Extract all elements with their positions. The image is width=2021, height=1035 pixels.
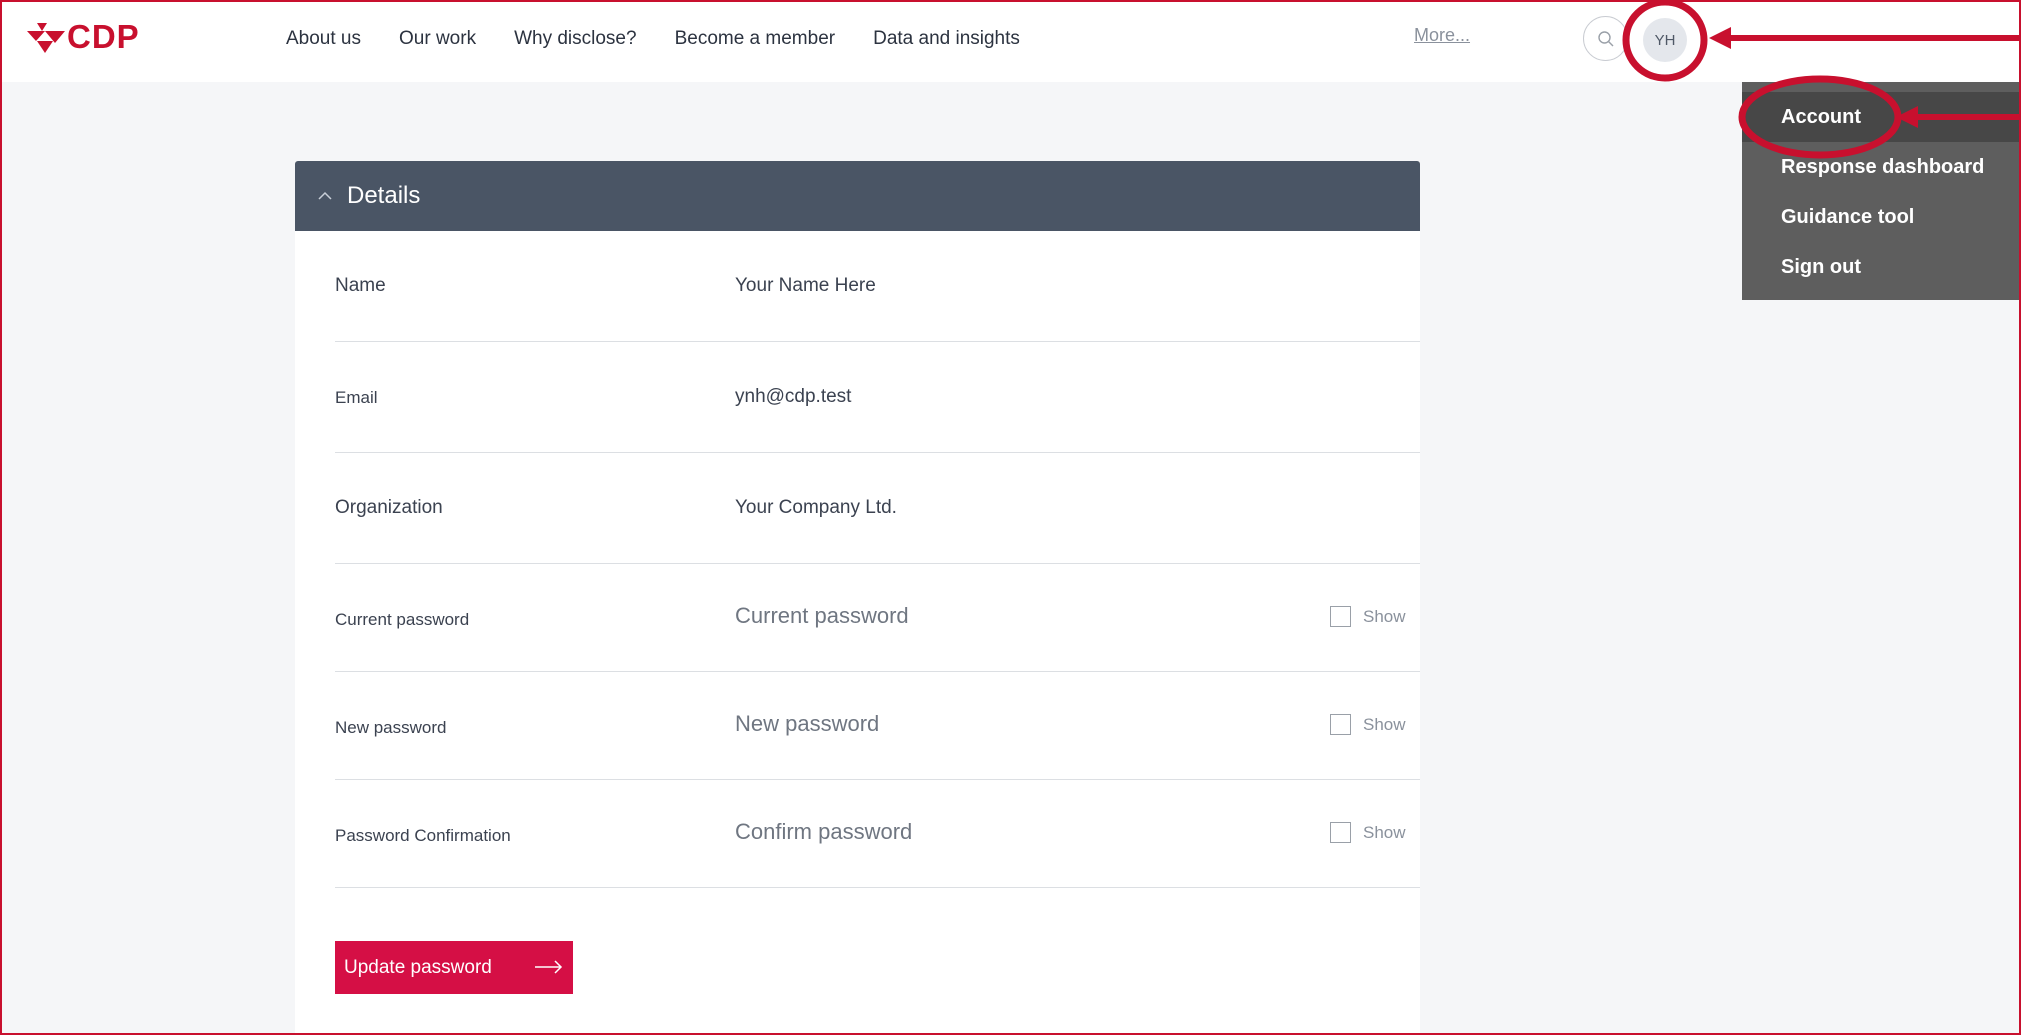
details-title: Details [347,182,421,209]
new-password-show-toggle[interactable]: Show [1330,714,1406,735]
new-password-input[interactable] [735,702,1255,746]
update-password-label: Update password [344,956,492,978]
current-password-label: Current password [335,610,470,629]
confirm-password-input[interactable] [735,810,1255,854]
menu-item-sign-out[interactable]: Sign out [1742,242,2021,292]
main-nav: About us Our work Why disclose? Become a… [286,28,1058,50]
email-label: Email [335,388,378,407]
arrow-right-icon [535,960,563,974]
new-password-label: New password [335,718,447,737]
menu-item-response-dashboard[interactable]: Response dashboard [1742,142,2021,192]
organization-row: Organization Your Company Ltd. [335,453,1420,564]
nav-about-us[interactable]: About us [286,28,361,50]
current-password-input[interactable] [735,594,1255,638]
nav-why-disclose[interactable]: Why disclose? [514,28,637,50]
menu-item-account[interactable]: Account [1742,92,2021,142]
confirm-password-row: Password Confirmation Show [335,780,1420,888]
organization-value: Your Company Ltd. [735,497,897,518]
user-avatar[interactable]: YH [1643,18,1687,62]
name-label: Name [335,275,386,296]
top-nav-bar: CDP About us Our work Why disclose? Beco… [0,0,2021,82]
name-row: Name Your Name Here [335,231,1420,342]
search-button[interactable] [1583,16,1628,61]
new-password-show-label: Show [1363,714,1406,734]
confirm-password-show-checkbox[interactable] [1330,822,1351,843]
confirm-password-show-label: Show [1363,822,1406,842]
details-panel-body: Name Your Name Here Email ynh@cdp.test O… [295,231,1420,1035]
cdp-logo[interactable]: CDP [27,16,140,58]
nav-our-work[interactable]: Our work [399,28,476,50]
account-menu: Account Response dashboard Guidance tool… [1742,82,2021,300]
current-password-show-checkbox[interactable] [1330,606,1351,627]
more-link[interactable]: More... [1414,25,1470,46]
nav-data-and-insights[interactable]: Data and insights [873,28,1020,50]
confirm-password-show-toggle[interactable]: Show [1330,822,1406,843]
email-value: ynh@cdp.test [735,386,852,407]
current-password-show-toggle[interactable]: Show [1330,606,1406,627]
email-row: Email ynh@cdp.test [335,342,1420,453]
logo-text: CDP [67,18,140,55]
organization-label: Organization [335,497,443,518]
search-icon [1597,30,1613,46]
name-value: Your Name Here [735,275,876,296]
menu-item-guidance-tool[interactable]: Guidance tool [1742,192,2021,242]
current-password-show-label: Show [1363,606,1406,626]
update-password-button[interactable]: Update password [335,941,573,994]
new-password-row: New password Show [335,672,1420,780]
details-panel-header[interactable]: Details [295,161,1420,231]
confirm-password-label: Password Confirmation [335,826,511,845]
current-password-row: Current password Show [335,564,1420,672]
cdp-logo-icon [27,23,65,53]
new-password-show-checkbox[interactable] [1330,714,1351,735]
chevron-up-icon [317,191,333,201]
nav-become-a-member[interactable]: Become a member [675,28,836,50]
